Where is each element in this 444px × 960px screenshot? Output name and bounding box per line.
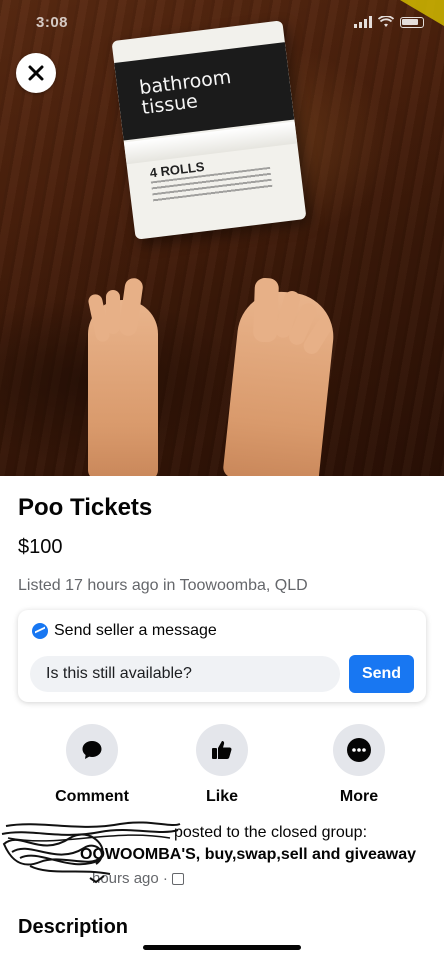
more-action[interactable]: More [304,724,414,806]
send-button[interactable]: Send [349,655,414,693]
comment-button[interactable] [66,724,118,776]
like-button[interactable] [196,724,248,776]
status-icons [354,16,424,28]
close-icon [28,65,44,81]
thumbs-up-icon [212,741,232,759]
more-label: More [339,788,379,805]
wifi-icon [378,16,394,27]
comment-icon [82,741,102,759]
listing-photo[interactable]: 3:08 bathroom tissue 4 ROLLS [0,0,444,476]
redaction-scribble [1,821,181,884]
posted-to-text: posted to the closed group: [174,824,368,841]
toilet-paper-pack: bathroom tissue 4 ROLLS [111,20,307,240]
message-card-title: Send seller a message [54,622,217,639]
home-indicator[interactable] [143,945,301,950]
comment-label: Comment [55,788,129,805]
signal-icon [354,16,372,28]
left-foot [87,277,158,476]
message-input[interactable]: Is this still available? [30,656,340,692]
message-card-header: Send seller a message [32,622,217,640]
listing-meta: Listed 17 hours ago in Toowoomba, QLD [18,577,308,594]
battery-icon [400,16,424,28]
action-bar: Comment Like More [0,724,444,806]
status-time: 3:08 [36,14,69,31]
more-button[interactable] [333,724,385,776]
message-seller-card: Send seller a message Is this still avai… [18,610,426,702]
more-icon [347,738,371,762]
group-post-info: posted to the closed group: OOWOOMBA'S, … [0,818,444,898]
like-action[interactable]: Like [167,724,277,806]
listing-details: Poo Tickets $100 Listed 17 hours ago in … [0,476,444,960]
listing-price: $100 [18,536,63,558]
listing-title: Poo Tickets [18,494,153,521]
close-button[interactable] [16,53,56,93]
right-foot [222,277,338,476]
comment-action[interactable]: Comment [37,724,147,806]
like-label: Like [205,788,238,805]
description-heading: Description [18,916,129,938]
messenger-icon [32,623,48,639]
